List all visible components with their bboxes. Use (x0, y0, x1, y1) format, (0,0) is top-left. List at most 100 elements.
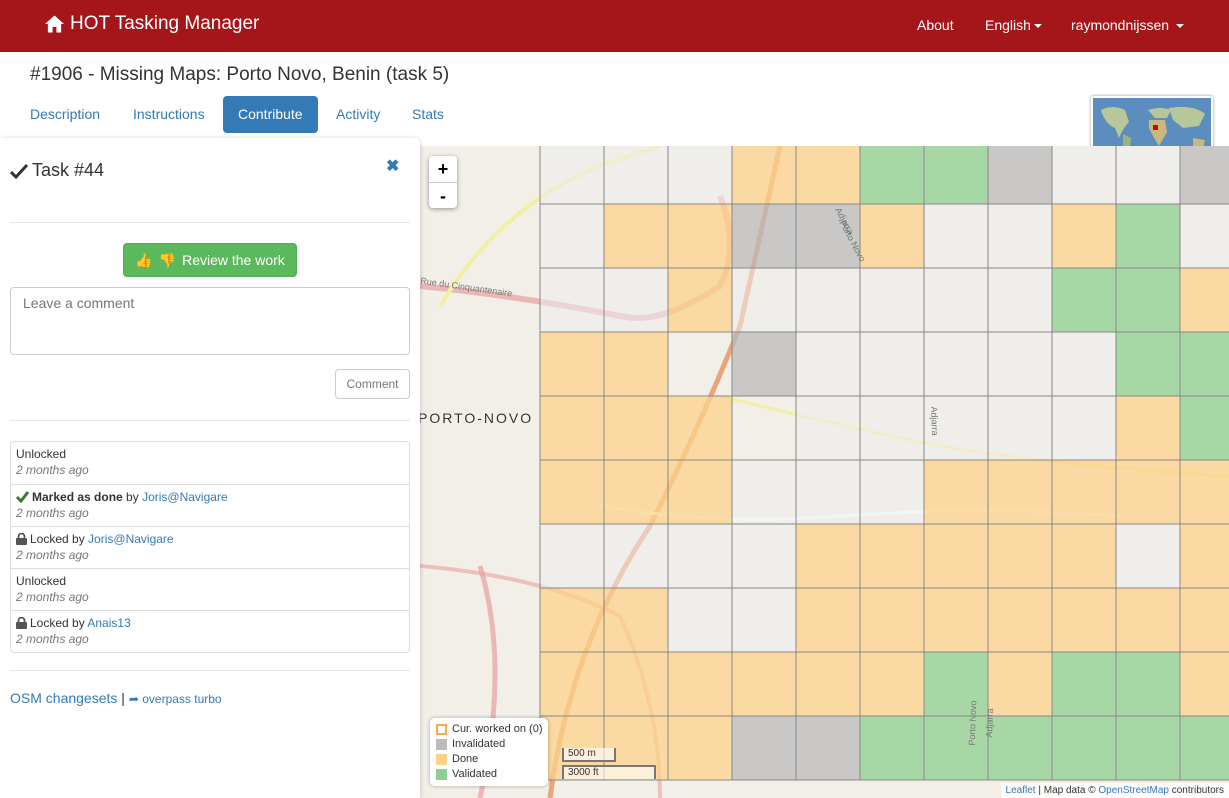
task-cell[interactable] (987, 523, 1053, 589)
comment-textarea[interactable] (10, 287, 410, 355)
task-cell[interactable] (1179, 715, 1229, 781)
task-cell[interactable] (1179, 267, 1229, 333)
task-cell[interactable] (667, 523, 733, 589)
history-user-link[interactable]: Joris@Navigare (142, 490, 228, 504)
task-cell[interactable] (1179, 203, 1229, 269)
task-cell[interactable] (603, 331, 669, 397)
task-cell[interactable] (859, 331, 925, 397)
task-cell[interactable] (795, 459, 861, 525)
task-cell[interactable] (923, 523, 989, 589)
tab-stats[interactable]: Stats (397, 96, 459, 133)
task-cell[interactable] (923, 587, 989, 653)
tab-description[interactable]: Description (15, 96, 115, 133)
task-cell[interactable] (539, 459, 605, 525)
task-cell[interactable] (1115, 459, 1181, 525)
task-cell[interactable] (1115, 587, 1181, 653)
task-cell[interactable] (667, 395, 733, 461)
task-cell[interactable] (1051, 587, 1117, 653)
task-cell[interactable] (1115, 203, 1181, 269)
task-cell[interactable] (1179, 459, 1229, 525)
task-cell[interactable] (1115, 331, 1181, 397)
task-cell[interactable] (603, 523, 669, 589)
task-cell[interactable] (1051, 267, 1117, 333)
task-cell[interactable] (859, 459, 925, 525)
task-cell[interactable] (539, 203, 605, 269)
task-cell[interactable] (603, 587, 669, 653)
task-cell[interactable] (667, 267, 733, 333)
task-cell[interactable] (795, 267, 861, 333)
tab-contribute[interactable]: Contribute (223, 96, 318, 133)
task-cell[interactable] (667, 651, 733, 717)
task-cell[interactable] (795, 651, 861, 717)
task-cell[interactable] (1115, 267, 1181, 333)
task-cell[interactable] (1051, 459, 1117, 525)
overpass-turbo-link[interactable]: ➦ overpass turbo (129, 692, 222, 706)
tab-activity[interactable]: Activity (321, 96, 395, 133)
task-cell[interactable] (667, 587, 733, 653)
task-cell[interactable] (1115, 395, 1181, 461)
task-cell[interactable] (731, 651, 797, 717)
task-cell[interactable] (731, 715, 797, 781)
task-cell[interactable] (1051, 715, 1117, 781)
task-cell[interactable] (539, 523, 605, 589)
task-cell[interactable] (731, 146, 797, 205)
task-cell[interactable] (603, 203, 669, 269)
task-cell[interactable] (859, 203, 925, 269)
task-cell[interactable] (1115, 715, 1181, 781)
task-cell[interactable] (603, 267, 669, 333)
leaflet-link[interactable]: Leaflet (1006, 785, 1036, 796)
task-cell[interactable] (1051, 146, 1117, 205)
task-cell[interactable] (923, 459, 989, 525)
task-cell[interactable] (1051, 523, 1117, 589)
task-cell[interactable] (1179, 331, 1229, 397)
task-cell[interactable] (1051, 203, 1117, 269)
task-cell[interactable] (987, 146, 1053, 205)
zoom-in-button[interactable]: + (429, 156, 457, 182)
task-cell[interactable] (539, 651, 605, 717)
task-cell[interactable] (859, 523, 925, 589)
task-cell[interactable] (603, 146, 669, 205)
brand-link[interactable]: HOT Tasking Manager (45, 13, 259, 35)
task-cell[interactable] (859, 395, 925, 461)
history-user-link[interactable]: Anais13 (87, 616, 130, 630)
task-cell[interactable] (987, 651, 1053, 717)
task-cell[interactable] (1179, 523, 1229, 589)
task-cell[interactable] (731, 523, 797, 589)
task-cell[interactable] (1179, 651, 1229, 717)
task-cell[interactable] (539, 267, 605, 333)
task-cell[interactable] (987, 395, 1053, 461)
task-cell[interactable] (859, 651, 925, 717)
task-cell[interactable] (1179, 395, 1229, 461)
task-map[interactable]: + - PORTO-NOVO Adjarra Porto Novo Rue du… (420, 146, 1229, 798)
task-cell[interactable] (1051, 651, 1117, 717)
task-cell[interactable] (731, 331, 797, 397)
task-cell[interactable] (795, 523, 861, 589)
task-cell[interactable] (603, 395, 669, 461)
task-cell[interactable] (1115, 146, 1181, 205)
task-cell[interactable] (1179, 146, 1229, 205)
osm-link[interactable]: OpenStreetMap (1098, 785, 1169, 796)
task-cell[interactable] (731, 203, 797, 269)
task-cell[interactable] (795, 715, 861, 781)
task-cell[interactable] (859, 146, 925, 205)
user-dropdown[interactable]: raymondnijssen (1071, 17, 1184, 33)
task-cell[interactable] (987, 203, 1053, 269)
zoom-out-button[interactable]: - (429, 182, 457, 208)
task-cell[interactable] (1051, 395, 1117, 461)
task-cell[interactable] (731, 459, 797, 525)
task-cell[interactable] (795, 587, 861, 653)
task-cell[interactable] (923, 146, 989, 205)
task-cell[interactable] (731, 267, 797, 333)
osm-changesets-link[interactable]: OSM changesets (10, 690, 117, 706)
task-cell[interactable] (923, 203, 989, 269)
task-cell[interactable] (987, 459, 1053, 525)
review-button[interactable]: 👍 👎 Review the work (123, 243, 297, 277)
comment-button[interactable]: Comment (335, 369, 410, 399)
task-cell[interactable] (603, 651, 669, 717)
close-icon[interactable]: ✖ (386, 156, 399, 176)
task-cell[interactable] (795, 331, 861, 397)
nav-about-link[interactable]: About (917, 17, 954, 33)
task-cell[interactable] (923, 715, 989, 781)
task-cell[interactable] (667, 715, 733, 781)
task-cell[interactable] (667, 146, 733, 205)
